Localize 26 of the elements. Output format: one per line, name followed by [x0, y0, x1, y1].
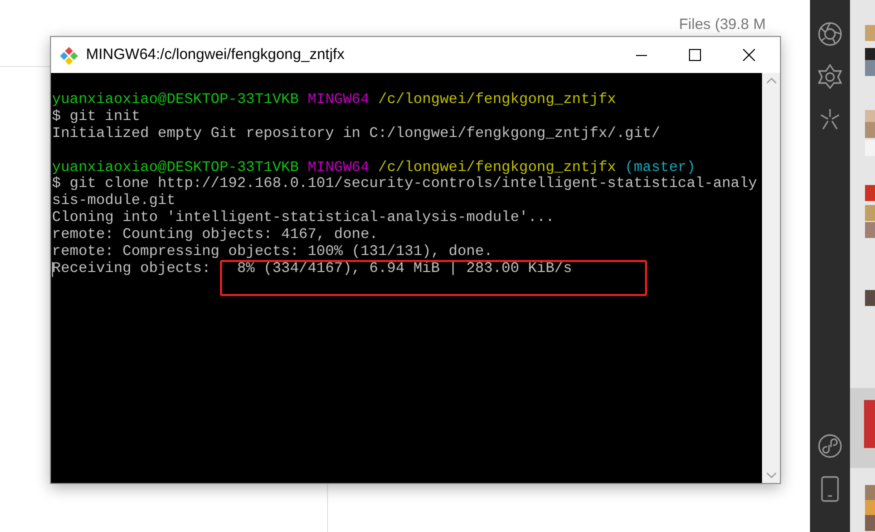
window-title: MINGW64:/c/longwei/fengkgong_zntjfx: [86, 44, 346, 65]
terminal-text: $ git clone http://192.168.0.101/security-controls/intelligent-statistical-analy: [52, 176, 758, 193]
page-header-text: Files (39.8 M: [679, 15, 766, 35]
phone-icon[interactable]: [820, 476, 840, 502]
terminal-text: /c/longwei/fengkgong_zntjfx: [378, 92, 616, 109]
minimize-icon: [636, 54, 646, 56]
terminal-text: Initialized empty Git repository in C:/longwei/fengkgong_zntjfx/.git/: [52, 126, 660, 143]
close-icon: [743, 49, 755, 61]
terminal-text: Receiving objects: 8% (334/4167), 6.94 MiB | 283.00 KiB/s: [52, 260, 572, 278]
terminal-text: MINGW64: [308, 92, 370, 109]
terminal-text: Cloning into 'intelligent-statistical-analysis-module'...: [52, 210, 554, 227]
terminal-text: yuanxiaoxiao@DESKTOP-33T1VKB: [52, 92, 299, 109]
link-icon[interactable]: [818, 434, 842, 458]
terminal-text: yuanxiaoxiao@DESKTOP-33T1VKB: [52, 160, 299, 176]
terminal-text: sis-module.git: [52, 193, 176, 210]
sparkle-icon[interactable]: [818, 107, 842, 131]
terminal-text: remote: Counting objects: 4167, done.: [52, 227, 378, 244]
star-icon[interactable]: [818, 64, 842, 89]
terminal-text: $ git init: [52, 108, 140, 126]
terminal-text: /c/longwei/fengkgong_zntjfx: [378, 160, 616, 176]
app-logo-icon: [60, 46, 78, 64]
maximize-icon: [689, 49, 701, 61]
terminal-text: MINGW64: [308, 160, 370, 176]
aperture-icon[interactable]: [818, 22, 842, 46]
terminal-text: (master): [624, 160, 696, 176]
terminal-text: remote: Compressing objects: 100% (131/131), done.: [52, 244, 493, 261]
